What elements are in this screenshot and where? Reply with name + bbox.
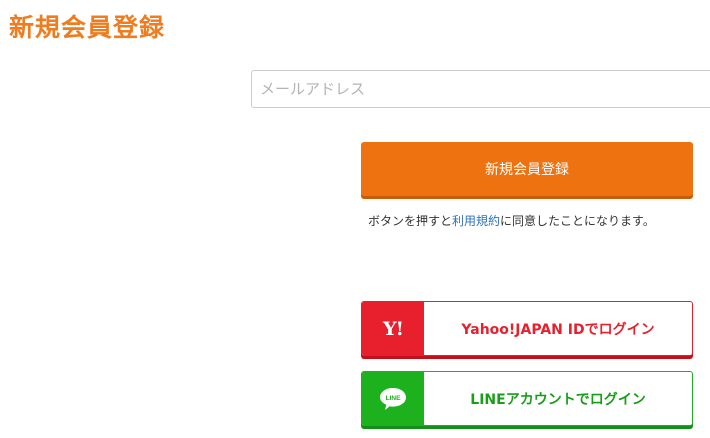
terms-prefix: ボタンを押すと — [368, 214, 453, 228]
yahoo-logo-icon: Y! — [383, 317, 404, 340]
register-button[interactable]: 新規会員登録 — [361, 142, 693, 196]
terms-link[interactable]: 利用規約 — [452, 214, 500, 228]
terms-note: ボタンを押すと利用規約に同意したことになります。 — [368, 212, 655, 229]
line-logo-text: LINE — [386, 394, 401, 401]
yahoo-icon-box: Y! — [362, 302, 424, 355]
page-title: 新規会員登録 — [9, 13, 166, 42]
yahoo-login-label: Yahoo!JAPAN IDでログイン — [461, 321, 655, 338]
line-logo-icon: LINE — [380, 387, 406, 410]
terms-suffix: に同意したことになります。 — [500, 214, 655, 228]
line-icon-box: LINE — [362, 372, 424, 425]
line-login-label: LINEアカウントでログイン — [470, 391, 646, 408]
yahoo-login-button[interactable]: Y! Yahoo!JAPAN IDでログイン — [361, 301, 693, 356]
line-login-button[interactable]: LINE LINEアカウントでログイン — [361, 371, 693, 426]
email-input[interactable] — [251, 70, 710, 108]
